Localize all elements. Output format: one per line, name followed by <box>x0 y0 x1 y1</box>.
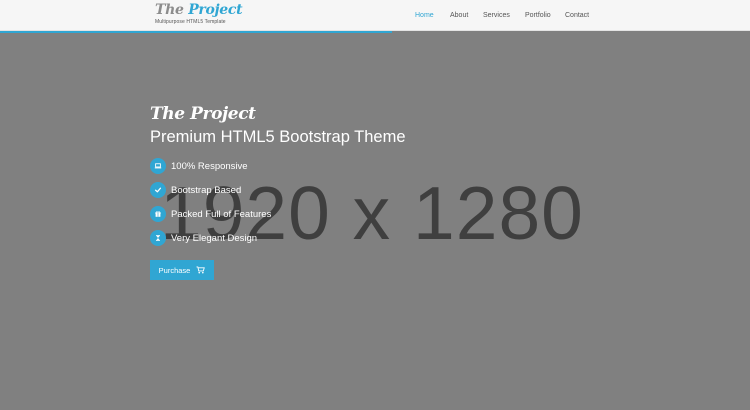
nav-home[interactable]: Home <box>415 12 434 19</box>
logo-brand: Project <box>188 2 243 18</box>
site-tagline: Multipurpose HTML5 Template <box>155 19 226 25</box>
hero-subtitle: Premium HTML5 Bootstrap Theme <box>150 128 406 146</box>
nav-portfolio[interactable]: Portfolio <box>525 12 551 19</box>
purchase-label: Purchase <box>158 265 191 275</box>
header-bar: The Project Multipurpose HTML5 Template … <box>0 0 750 31</box>
feature-item: Bootstrap Based <box>150 182 241 198</box>
hero-title: The Project <box>150 104 256 124</box>
logo-prefix: The <box>155 2 189 18</box>
gift-icon <box>150 206 166 222</box>
cart-icon <box>196 266 206 274</box>
laptop-icon <box>150 158 166 174</box>
check-icon <box>150 182 166 198</box>
feature-label: 100% Responsive <box>171 160 248 172</box>
page: The Project Multipurpose HTML5 Template … <box>0 0 750 410</box>
hourglass-icon <box>150 230 166 246</box>
feature-label: Packed Full of Features <box>171 208 272 220</box>
site-logo[interactable]: The Project <box>155 2 243 18</box>
feature-item: Packed Full of Features <box>150 206 271 222</box>
nav-services[interactable]: Services <box>483 12 510 19</box>
feature-item: 100% Responsive <box>150 158 248 174</box>
nav-about[interactable]: About <box>450 12 468 19</box>
purchase-button[interactable]: Purchase <box>150 260 214 280</box>
nav-contact[interactable]: Contact <box>565 12 589 19</box>
feature-label: Very Elegant Design <box>171 232 258 244</box>
feature-label: Bootstrap Based <box>171 184 242 196</box>
header-accent-line <box>0 31 392 33</box>
feature-item: Very Elegant Design <box>150 230 257 246</box>
